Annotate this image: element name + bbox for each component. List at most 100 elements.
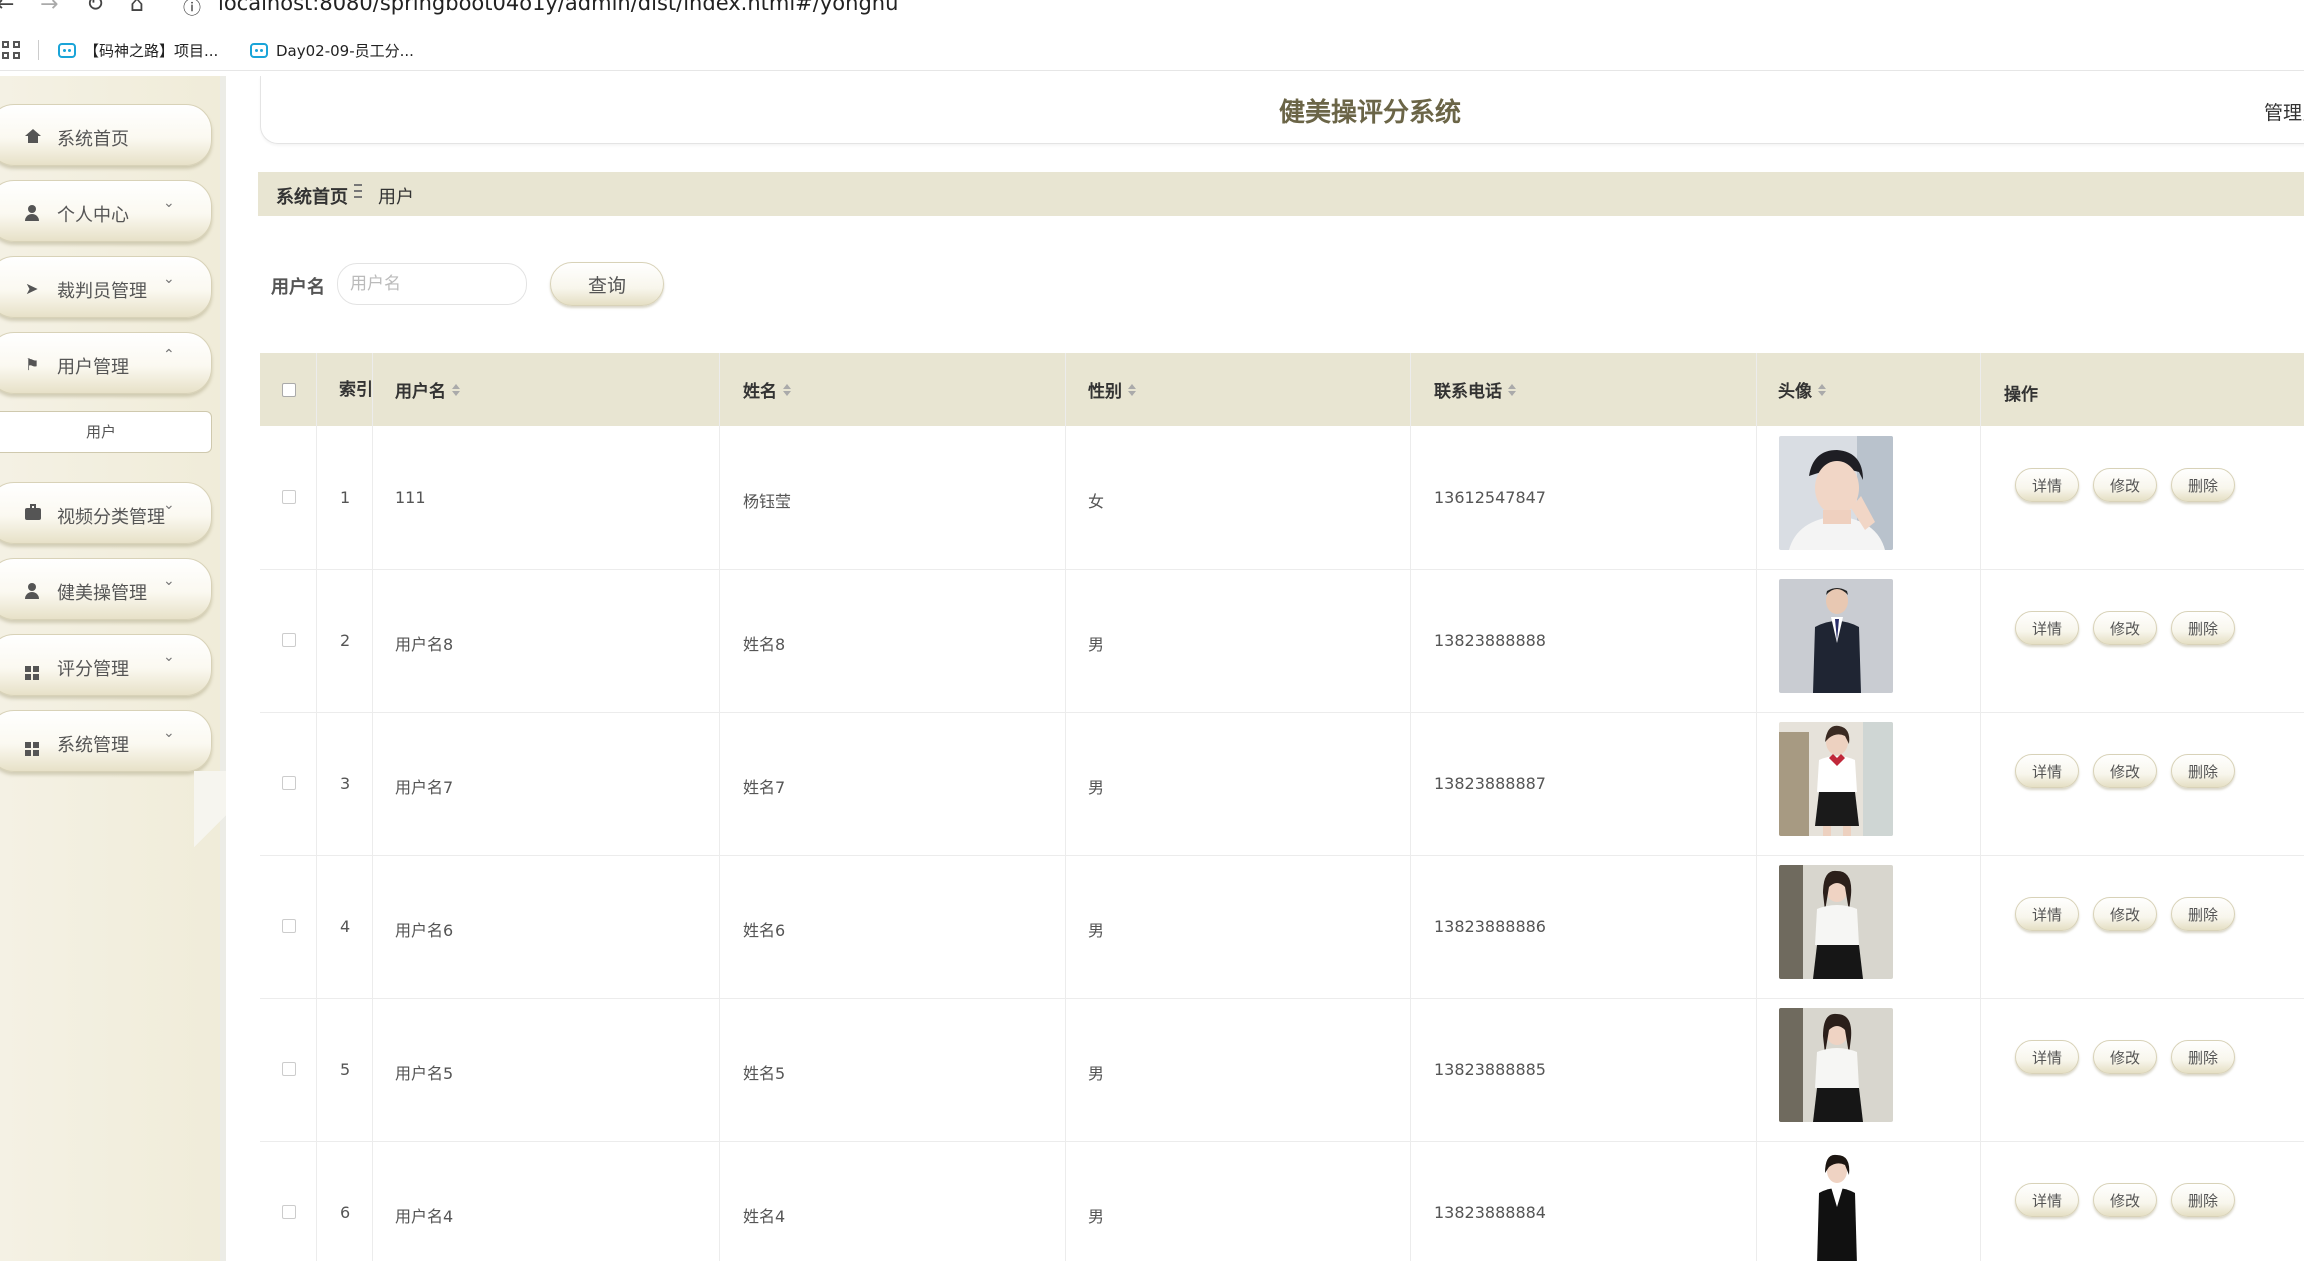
sidebar-item-home[interactable]: 系统首页 <box>0 104 212 166</box>
edit-button[interactable]: 修改 <box>2093 1040 2157 1074</box>
sidebar-item-personal-center[interactable]: 个人中心 ⌄ <box>0 180 212 242</box>
cell-gender: 男 <box>1088 778 1105 797</box>
bookmark-item[interactable]: Day02-09-员工分... <box>250 38 414 62</box>
user-table: 索引 用户名 姓名 性别 联系电话 头像 操作 1 111 杨钰莹 女 1361… <box>260 353 2304 1261</box>
site-info-icon[interactable]: ⓘ <box>183 0 201 20</box>
detail-button[interactable]: 详情 <box>2015 1183 2079 1217</box>
edit-button[interactable]: 修改 <box>2093 611 2157 645</box>
back-icon[interactable]: ← <box>0 0 14 17</box>
breadcrumb: 系统首页 用户 <box>258 172 2304 216</box>
delete-button[interactable]: 删除 <box>2171 611 2235 645</box>
submenu-item-user[interactable]: 用户 <box>0 411 212 453</box>
delete-button[interactable]: 删除 <box>2171 897 2235 931</box>
detail-button[interactable]: 详情 <box>2015 897 2079 931</box>
header-index: 索引 <box>339 379 373 400</box>
row-checkbox[interactable] <box>282 490 296 504</box>
sidebar-item-label: 个人中心 <box>57 205 129 226</box>
edit-button[interactable]: 修改 <box>2093 468 2157 502</box>
chevron-down-icon: ⌄ <box>163 649 175 665</box>
row-checkbox[interactable] <box>282 633 296 647</box>
sidebar-item-score-management[interactable]: 评分管理 ⌄ <box>0 634 212 696</box>
avatar-photo <box>1779 1151 1893 1261</box>
sidebar-item-referee-management[interactable]: ➤ 裁判员管理 ⌄ <box>0 256 212 318</box>
home-icon[interactable]: ⌂ <box>130 0 144 17</box>
header-gender[interactable]: 性别 <box>1088 353 1136 426</box>
bookmarks-divider <box>38 40 39 60</box>
row-checkbox[interactable] <box>282 1205 296 1219</box>
sidebar-item-user-management[interactable]: ⚑ 用户管理 ⌃ <box>0 332 212 394</box>
sort-icon[interactable] <box>1508 383 1516 396</box>
header-name[interactable]: 姓名 <box>743 353 791 426</box>
header-phone[interactable]: 联系电话 <box>1434 353 1516 426</box>
header-username[interactable]: 用户名 <box>395 353 460 426</box>
url-text[interactable]: localhost:8080/springboot04o1y/admin/dis… <box>218 0 898 15</box>
row-checkbox[interactable] <box>282 1062 296 1076</box>
delete-button[interactable]: 删除 <box>2171 468 2235 502</box>
apps-grid-icon[interactable] <box>2 41 20 59</box>
chevron-down-icon: ⌄ <box>163 725 175 741</box>
cell-name: 杨钰莹 <box>743 492 792 511</box>
avatar-photo <box>1779 865 1893 979</box>
sidebar-item-label: 系统管理 <box>57 735 129 756</box>
cell-name: 姓名5 <box>743 1064 786 1083</box>
column-divider <box>1980 353 1981 1261</box>
sidebar-item-label: 系统首页 <box>57 129 129 150</box>
sidebar-item-system-management[interactable]: 系统管理 ⌄ <box>0 710 212 772</box>
column-divider <box>372 353 373 1261</box>
page-title: 健美操评分系统 <box>1279 98 1462 128</box>
header-gender-label: 性别 <box>1088 382 1122 402</box>
breadcrumb-separator-icon <box>354 184 362 200</box>
cell-username: 用户名7 <box>395 778 454 797</box>
cell-index: 4 <box>340 917 351 936</box>
sort-icon[interactable] <box>1128 383 1136 396</box>
cell-index: 3 <box>340 774 351 793</box>
edit-button[interactable]: 修改 <box>2093 754 2157 788</box>
chevron-down-icon: ⌄ <box>163 573 175 589</box>
breadcrumb-home[interactable]: 系统首页 <box>276 183 348 209</box>
header-avatar[interactable]: 头像 <box>1778 353 1826 426</box>
bookmark-item[interactable]: 【码神之路】项目... <box>58 38 218 62</box>
edit-button[interactable]: 修改 <box>2093 1183 2157 1217</box>
chevron-up-icon: ⌃ <box>163 347 175 363</box>
sort-icon[interactable] <box>1818 383 1826 396</box>
cell-username: 用户名6 <box>395 921 454 940</box>
row-checkbox[interactable] <box>282 776 296 790</box>
column-divider <box>1410 353 1411 1261</box>
edit-button[interactable]: 修改 <box>2093 897 2157 931</box>
breadcrumb-current: 用户 <box>378 187 414 208</box>
bilibili-icon <box>250 42 268 58</box>
delete-button[interactable]: 删除 <box>2171 754 2235 788</box>
cell-gender: 男 <box>1088 635 1105 654</box>
delete-button[interactable]: 删除 <box>2171 1183 2235 1217</box>
sidebar-item-label: 评分管理 <box>57 659 129 680</box>
row-divider <box>260 569 2304 570</box>
sidebar-item-label: 视频分类管理 <box>57 507 165 528</box>
reload-icon[interactable]: ↻ <box>86 0 104 17</box>
paper-plane-icon: ➤ <box>25 279 39 298</box>
sort-icon[interactable] <box>783 383 791 396</box>
select-all-checkbox[interactable] <box>282 383 296 397</box>
sidebar-item-label: 用户管理 <box>57 357 129 378</box>
row-checkbox[interactable] <box>282 919 296 933</box>
row-divider <box>260 998 2304 999</box>
sidebar-item-label: 健美操管理 <box>57 583 147 604</box>
detail-button[interactable]: 详情 <box>2015 468 2079 502</box>
header-avatar-label: 头像 <box>1778 382 1812 402</box>
detail-button[interactable]: 详情 <box>2015 754 2079 788</box>
detail-button[interactable]: 详情 <box>2015 1040 2079 1074</box>
sidebar-item-video-category-management[interactable]: 视频分类管理 ⌄ <box>0 482 212 544</box>
cell-username: 用户名8 <box>395 635 454 654</box>
admin-menu[interactable]: 管理员 <box>2264 98 2304 125</box>
detail-button[interactable]: 详情 <box>2015 611 2079 645</box>
delete-button[interactable]: 删除 <box>2171 1040 2235 1074</box>
sort-icon[interactable] <box>452 383 460 396</box>
chevron-down-icon: ⌄ <box>163 271 175 287</box>
header-username-label: 用户名 <box>395 382 446 402</box>
bookmarks-bar: 【码神之路】项目... Day02-09-员工分... <box>0 30 2304 71</box>
bookmark-label: Day02-09-员工分... <box>276 41 414 60</box>
search-input[interactable] <box>337 263 527 305</box>
sidebar-item-aerobics-management[interactable]: 健美操管理 ⌄ <box>0 558 212 620</box>
forward-icon[interactable]: → <box>40 0 58 17</box>
search-button[interactable]: 查询 <box>550 262 664 306</box>
header-name-label: 姓名 <box>743 382 777 402</box>
